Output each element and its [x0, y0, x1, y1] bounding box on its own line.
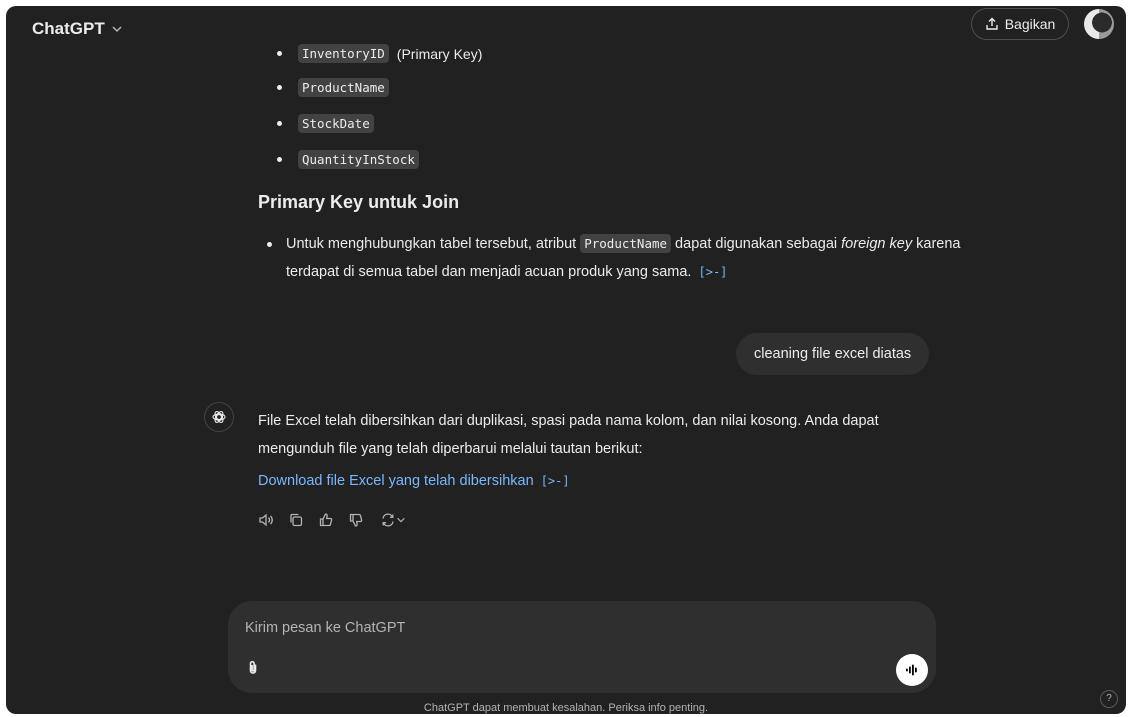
user-message: cleaning file excel diatas — [736, 333, 930, 375]
copy-icon — [290, 513, 303, 527]
chat-window: ChatGPT Bagikan InventoryID (Primary Key… — [6, 6, 1126, 714]
message-input[interactable] — [243, 615, 847, 641]
thumbs-up-icon — [319, 513, 333, 527]
thumbs-down-button[interactable] — [346, 510, 366, 530]
model-selector[interactable]: ChatGPT — [32, 19, 123, 39]
message-composer — [228, 601, 936, 693]
list-item: ProductName — [277, 78, 389, 97]
model-name: ChatGPT — [32, 19, 105, 38]
chevron-down-icon — [112, 26, 122, 33]
download-link-label: Download file Excel yang telah dibersihk… — [258, 473, 534, 489]
inline-code: QuantityInStock — [298, 150, 419, 169]
text: Untuk menghubungkan tabel tersebut, atri… — [286, 236, 581, 252]
chatgpt-logo-icon — [204, 402, 234, 432]
assistant-message-text: File Excel telah dibersihkan dari duplik… — [258, 413, 879, 457]
paperclip-icon — [249, 660, 257, 674]
voice-mode-button[interactable] — [896, 654, 928, 686]
share-button[interactable]: Bagikan — [971, 8, 1069, 40]
inline-code: ProductName — [580, 234, 672, 253]
voice-waveform-icon — [906, 664, 917, 676]
message-actions — [256, 510, 410, 530]
copy-button[interactable] — [286, 510, 306, 530]
attach-button[interactable] — [242, 657, 264, 679]
citation-link[interactable]: [>-] — [699, 258, 728, 286]
disclaimer: ChatGPT dapat membuat kesalahan. Periksa… — [423, 702, 709, 714]
share-icon — [986, 17, 998, 30]
regenerate-icon — [382, 513, 394, 527]
avatar[interactable] — [1084, 9, 1114, 39]
section-heading: Primary Key untuk Join — [258, 192, 460, 212]
inline-code: InventoryID — [298, 44, 389, 63]
thumbs-up-button[interactable] — [316, 510, 336, 530]
list-item: StockDate — [277, 114, 374, 133]
inline-code: ProductName — [298, 78, 389, 97]
join-explanation: Untuk menghubungkan tabel tersebut, atri… — [267, 230, 966, 286]
italic-text: key — [889, 236, 913, 252]
read-aloud-icon — [259, 513, 273, 527]
inline-code: StockDate — [298, 114, 374, 133]
regenerate-button[interactable] — [376, 510, 410, 530]
share-label: Bagikan — [1004, 16, 1056, 32]
italic-text: foreign — [841, 236, 886, 252]
list-item-suffix: (Primary Key) — [396, 45, 483, 62]
chevron-down-icon — [397, 517, 405, 523]
text: dapat digunakan sebagai — [671, 236, 842, 252]
citation-link[interactable]: [>-] — [541, 474, 570, 488]
list-item: InventoryID (Primary Key) — [276, 44, 483, 63]
read-aloud-button[interactable] — [256, 510, 276, 530]
download-link[interactable]: Download file Excel yang telah dibersihk… — [258, 473, 570, 489]
list-item: QuantityInStock — [277, 150, 419, 169]
thumbs-down-icon — [349, 513, 363, 527]
help-button[interactable]: ? — [1100, 690, 1118, 708]
